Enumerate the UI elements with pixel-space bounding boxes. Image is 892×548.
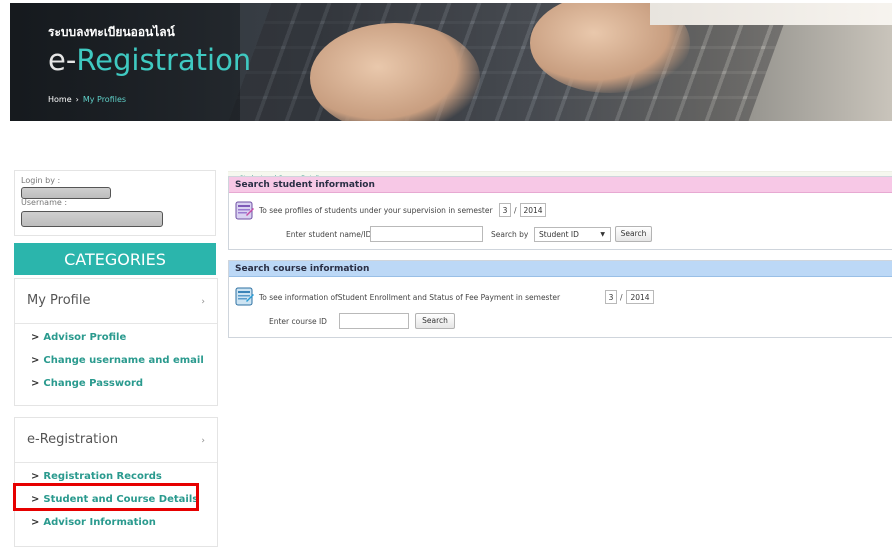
sidebar-item-advisor-information[interactable]: > Advisor Information: [31, 517, 156, 528]
sidebar-item-label: Change username and email: [43, 355, 204, 366]
highlight-annotation-box: [13, 483, 199, 511]
course-search-section: Search course information To see informa…: [228, 260, 892, 338]
arrow-right-icon: >: [31, 471, 40, 482]
panel-divider: [15, 462, 217, 463]
site-thai-title: ระบบลงทะเบียนออนไลน์: [48, 25, 175, 39]
student-description: To see profiles of students under your s…: [259, 206, 493, 215]
course-semester-value[interactable]: 3: [605, 290, 617, 304]
arrow-right-icon: >: [31, 378, 40, 389]
sidebar-item-label: Change Password: [43, 378, 144, 389]
student-section-title: Search student information: [229, 177, 892, 193]
header-banner: ระบบลงทะเบียนออนไลน์ e-Registration Home…: [10, 3, 892, 121]
sidebar-item-change-username[interactable]: > Change username and email: [31, 355, 204, 366]
breadcrumb-separator: ›: [75, 95, 79, 104]
breadcrumb-home-link[interactable]: Home: [48, 95, 72, 104]
sidebar-item-advisor-profile[interactable]: > Advisor Profile: [31, 332, 126, 343]
login-info-box: Login by : Username :: [14, 170, 216, 236]
brand-main: Registration: [76, 43, 252, 77]
arrow-right-icon: >: [31, 517, 40, 528]
search-by-label: Search by: [491, 230, 529, 239]
my-profile-title[interactable]: My Profile: [27, 293, 90, 308]
student-notebook-icon: [235, 201, 254, 220]
search-by-selected: Student ID: [539, 230, 579, 239]
arrow-right-icon: >: [31, 355, 40, 366]
e-registration-panel: e-Registration › > Registration Records >…: [14, 417, 218, 547]
categories-header: CATEGORIES: [14, 243, 216, 275]
breadcrumb-current[interactable]: My Profiles: [83, 95, 126, 104]
username-redacted-value: [21, 211, 163, 227]
sidebar-item-label: Registration Records: [43, 471, 162, 482]
search-by-select[interactable]: Student ID ▼: [534, 227, 611, 242]
student-search-section: Search student information To see profil…: [228, 176, 892, 250]
course-id-label: Enter course ID: [269, 317, 327, 326]
site-brand[interactable]: e-Registration: [48, 43, 251, 77]
brand-prefix: e-: [48, 43, 77, 77]
e-registration-title[interactable]: e-Registration: [27, 432, 118, 447]
login-label: Login by :: [21, 176, 61, 185]
my-profile-panel: My Profile › > Advisor Profile > Change us…: [14, 278, 218, 406]
username-label: Username :: [21, 198, 68, 207]
student-name-label: Enter student name/ID: [286, 230, 372, 239]
student-search-button[interactable]: Search: [615, 226, 652, 242]
student-year-value[interactable]: 2014: [520, 203, 546, 217]
course-year-value[interactable]: 2014: [626, 290, 654, 304]
chevron-right-icon[interactable]: ›: [201, 297, 205, 307]
semester-slash: /: [514, 206, 517, 215]
course-id-input[interactable]: [339, 313, 409, 329]
student-name-input[interactable]: [370, 226, 483, 242]
dropdown-arrow-icon: ▼: [600, 231, 605, 238]
course-description: To see information ofStudent Enrollment …: [259, 293, 561, 302]
sidebar-item-change-password[interactable]: > Change Password: [31, 378, 143, 389]
sidebar-item-registration-records[interactable]: > Registration Records: [31, 471, 162, 482]
panel-divider: [15, 323, 217, 324]
course-search-button[interactable]: Search: [415, 313, 455, 329]
student-semester-value[interactable]: 3: [499, 203, 511, 217]
course-section-title: Search course information: [229, 261, 892, 277]
arrow-right-icon: >: [31, 332, 40, 343]
sidebar-item-label: Advisor Profile: [43, 332, 127, 343]
header-breadcrumb: Home › My Profiles: [48, 95, 126, 104]
screen-image: [650, 3, 892, 25]
course-notebook-icon: [235, 287, 254, 306]
semester-slash: /: [620, 293, 623, 302]
sidebar-item-label: Advisor Information: [43, 517, 156, 528]
chevron-right-icon[interactable]: ›: [201, 436, 205, 446]
